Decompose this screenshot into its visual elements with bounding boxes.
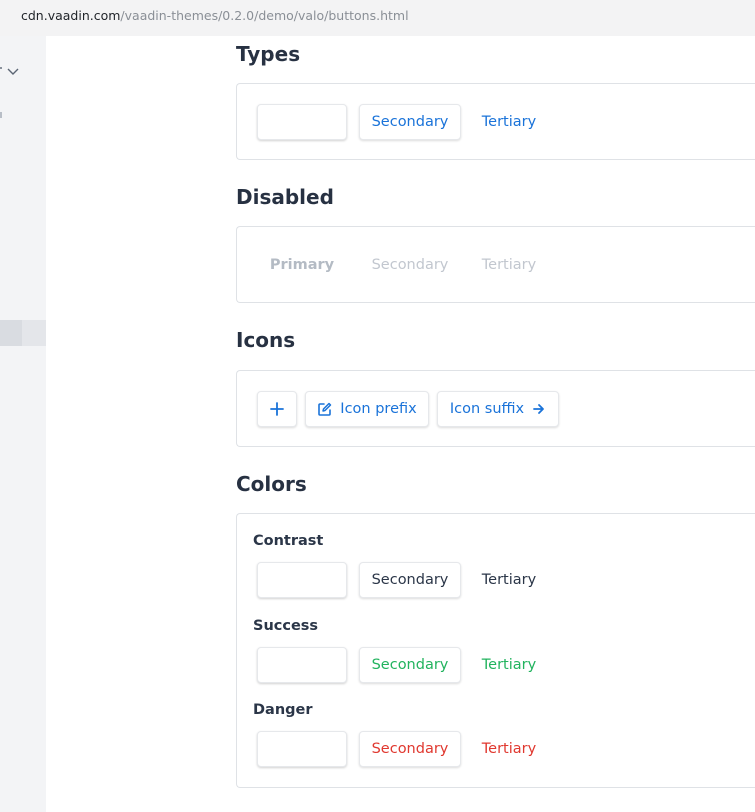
section-title-disabled: Disabled bbox=[236, 185, 334, 209]
disabled-primary-button: Primary bbox=[269, 257, 335, 273]
primary-button[interactable] bbox=[257, 104, 347, 140]
url-path: /vaadin-themes/0.2.0/demo/valo/buttons.h… bbox=[120, 8, 409, 23]
section-title-icons: Icons bbox=[236, 328, 296, 352]
contrast-primary-button[interactable] bbox=[257, 562, 347, 598]
success-label: Success bbox=[253, 618, 319, 634]
edit-icon bbox=[317, 402, 332, 417]
secondary-button[interactable]: Secondary bbox=[359, 104, 461, 140]
icon-suffix-label: Icon suffix bbox=[449, 401, 525, 417]
contrast-secondary-button[interactable]: Secondary bbox=[359, 562, 461, 598]
success-tertiary-button[interactable]: Tertiary bbox=[473, 647, 545, 683]
address-bar[interactable]: cdn.vaadin.com/vaadin-themes/0.2.0/demo/… bbox=[0, 0, 755, 36]
plus-icon bbox=[269, 401, 285, 417]
danger-secondary-button[interactable]: Secondary bbox=[359, 731, 461, 767]
sidebar-item-selected-marker bbox=[0, 320, 22, 346]
section-title-colors: Colors bbox=[236, 472, 307, 496]
icons-panel: Icon prefix Icon suffix bbox=[236, 370, 755, 447]
arrow-right-icon bbox=[532, 402, 546, 416]
sidebar-item-fragment bbox=[0, 112, 2, 118]
main-content: Types Secondary Tertiary Disabled Primar… bbox=[46, 36, 755, 812]
disabled-secondary-button: Secondary bbox=[371, 257, 449, 273]
url-host: cdn.vaadin.com bbox=[21, 8, 121, 23]
success-primary-button[interactable] bbox=[257, 647, 347, 683]
types-panel: Secondary Tertiary bbox=[236, 83, 755, 160]
tertiary-button[interactable]: Tertiary bbox=[473, 104, 545, 140]
icon-only-button[interactable] bbox=[257, 391, 297, 427]
success-secondary-button[interactable]: Secondary bbox=[359, 647, 461, 683]
sidebar bbox=[0, 36, 46, 812]
danger-primary-button[interactable] bbox=[257, 731, 347, 767]
colors-panel: Contrast Secondary Tertiary Success Seco… bbox=[236, 513, 755, 788]
disabled-tertiary-button: Tertiary bbox=[481, 257, 537, 273]
icon-prefix-button[interactable]: Icon prefix bbox=[305, 391, 429, 427]
contrast-label: Contrast bbox=[253, 533, 324, 549]
section-title-types: Types bbox=[236, 42, 301, 66]
icon-suffix-button[interactable]: Icon suffix bbox=[437, 391, 559, 427]
icon-prefix-label: Icon prefix bbox=[340, 401, 417, 417]
disabled-panel: Primary Secondary Tertiary bbox=[236, 226, 755, 303]
chevron-down-icon[interactable] bbox=[0, 64, 20, 79]
contrast-tertiary-button[interactable]: Tertiary bbox=[473, 562, 545, 598]
danger-label: Danger bbox=[253, 702, 313, 718]
url-text[interactable]: cdn.vaadin.com/vaadin-themes/0.2.0/demo/… bbox=[21, 8, 409, 23]
danger-tertiary-button[interactable]: Tertiary bbox=[473, 731, 545, 767]
